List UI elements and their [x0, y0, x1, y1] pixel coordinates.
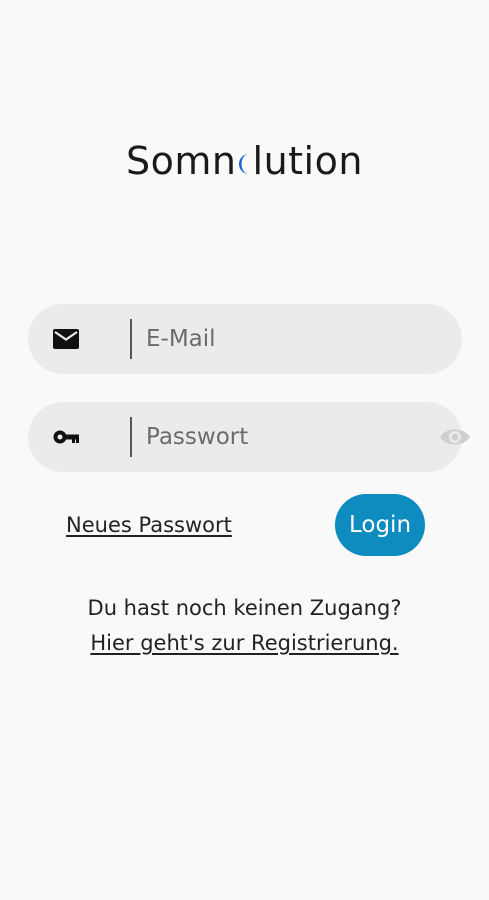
password-input[interactable]	[146, 402, 416, 472]
field-divider	[130, 319, 132, 359]
password-field[interactable]	[28, 402, 470, 472]
moon-icon	[238, 154, 249, 174]
register-prompt: Du hast noch keinen Zugang?	[87, 596, 402, 620]
mail-icon	[53, 329, 79, 349]
email-field[interactable]	[28, 304, 462, 374]
app-logo: Somn lution	[0, 136, 489, 186]
email-input[interactable]	[146, 304, 416, 374]
key-icon	[53, 430, 79, 444]
register-link-row: Hier geht's zur Registrierung.	[0, 628, 489, 658]
field-divider	[130, 417, 132, 457]
login-button[interactable]: Login	[335, 494, 425, 556]
logo-text-right: lution	[252, 139, 363, 183]
forgot-password-link[interactable]: Neues Passwort	[66, 510, 232, 540]
register-link[interactable]: Hier geht's zur Registrierung.	[90, 631, 398, 655]
logo-text-left: Somn	[126, 139, 237, 183]
eye-icon[interactable]	[438, 424, 472, 450]
